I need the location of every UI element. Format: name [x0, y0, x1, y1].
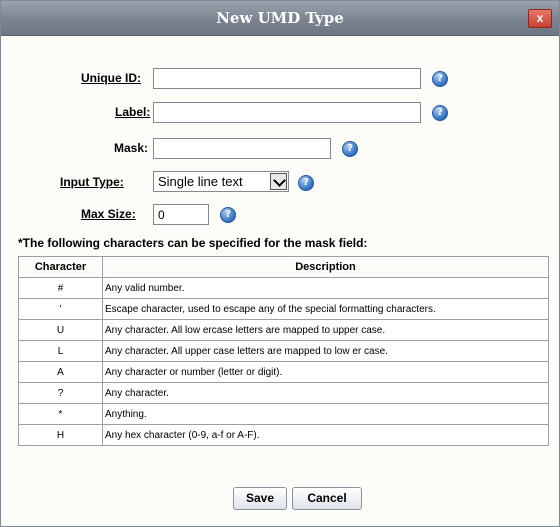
chevron-down-icon[interactable]: [270, 173, 287, 190]
input-type-label[interactable]: Input Type:: [60, 175, 124, 189]
cancel-button[interactable]: Cancel: [292, 487, 362, 510]
input-type-select[interactable]: Single line text: [153, 171, 289, 192]
description-cell: Any character.: [102, 382, 549, 404]
character-cell: U: [18, 319, 103, 341]
table-row: A Any character or number (letter or dig…: [18, 361, 549, 383]
label-help-icon[interactable]: ?: [432, 105, 448, 121]
table-row: L Any character. All upper case letters …: [18, 340, 549, 362]
label-field-label[interactable]: Label:: [115, 105, 150, 119]
table-row: H Any hex character (0-9, a-f or A-F).: [18, 424, 549, 446]
max-size-label[interactable]: Max Size:: [81, 207, 136, 221]
input-type-selected-value: Single line text: [158, 174, 243, 189]
label-input[interactable]: [153, 102, 421, 123]
description-cell: Any character or number (letter or digit…: [102, 361, 549, 383]
dialog-titlebar[interactable]: New UMD Type x: [1, 1, 559, 36]
max-size-help-icon[interactable]: ?: [220, 207, 236, 223]
character-cell: A: [18, 361, 103, 383]
dialog-title: New UMD Type: [216, 9, 344, 27]
column-header-character: Character: [18, 256, 103, 278]
column-header-description: Description: [102, 256, 549, 278]
description-cell: Any hex character (0-9, a-f or A-F).: [102, 424, 549, 446]
input-type-help-icon[interactable]: ?: [298, 175, 314, 191]
character-cell: #: [18, 277, 103, 299]
description-cell: Escape character, used to escape any of …: [102, 298, 549, 320]
table-row: ? Any character.: [18, 382, 549, 404]
character-cell: *: [18, 403, 103, 425]
save-button[interactable]: Save: [233, 487, 287, 510]
character-cell: H: [18, 424, 103, 446]
unique-id-input[interactable]: [153, 68, 421, 89]
new-umd-type-dialog: New UMD Type x Unique ID: ? Label: ? Mas…: [0, 0, 560, 527]
description-cell: Anything.: [102, 403, 549, 425]
description-cell: Any valid number.: [102, 277, 549, 299]
description-cell: Any character. All upper case letters ar…: [102, 340, 549, 362]
character-cell: ?: [18, 382, 103, 404]
mask-label: Mask:: [114, 141, 149, 155]
mask-input[interactable]: [153, 138, 331, 159]
mask-help-icon[interactable]: ?: [342, 141, 358, 157]
unique-id-help-icon[interactable]: ?: [432, 71, 448, 87]
mask-characters-table: Character Description # Any valid number…: [18, 256, 549, 446]
table-row: ' Escape character, used to escape any o…: [18, 298, 549, 320]
table-row: * Anything.: [18, 403, 549, 425]
character-cell: ': [18, 298, 103, 320]
table-row: U Any character. All low ercase letters …: [18, 319, 549, 341]
unique-id-label[interactable]: Unique ID:: [81, 71, 141, 85]
character-cell: L: [18, 340, 103, 362]
close-button[interactable]: x: [528, 9, 552, 28]
description-cell: Any character. All low ercase letters ar…: [102, 319, 549, 341]
max-size-input[interactable]: [153, 204, 209, 225]
mask-characters-note: *The following characters can be specifi…: [18, 236, 368, 250]
table-row: # Any valid number.: [18, 277, 549, 299]
